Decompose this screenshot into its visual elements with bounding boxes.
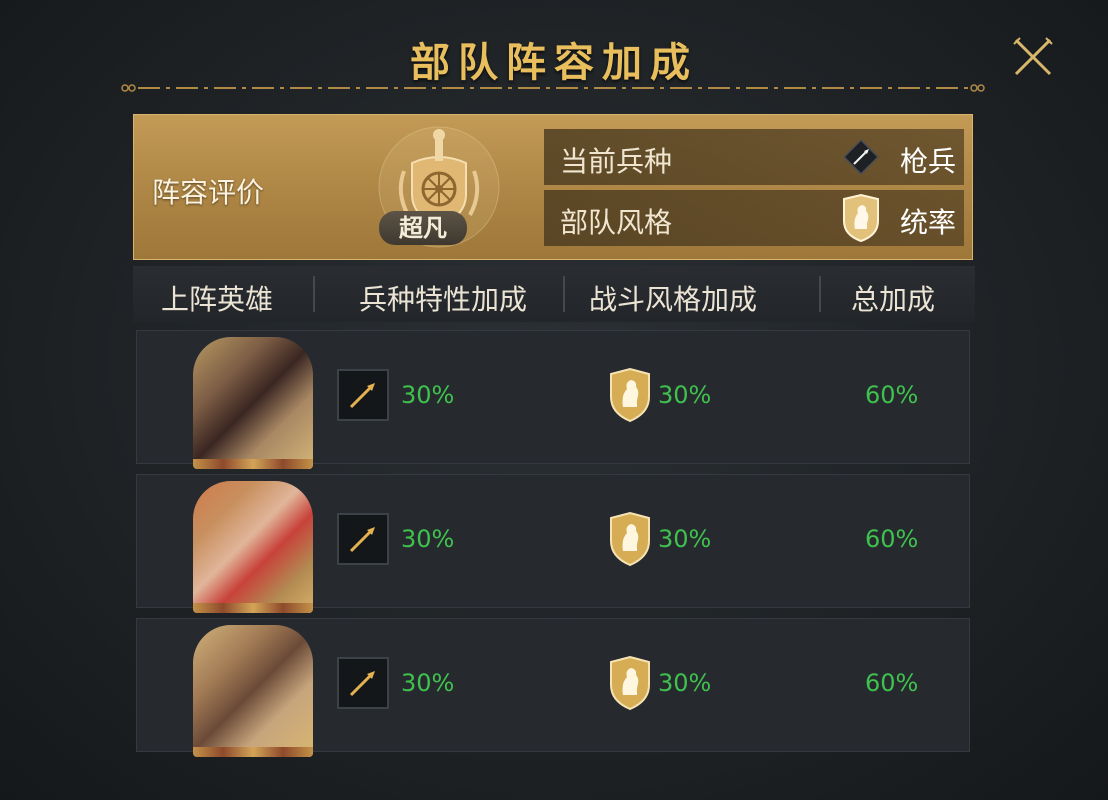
total-bonus-value: 60% [865,525,919,553]
style-bonus-value: 30% [658,669,712,697]
troop-style-label: 部队风格 [560,206,673,239]
hero-portrait[interactable] [193,337,313,469]
current-troop-row: 当前兵种 枪兵 [544,129,964,185]
table-header: 上阵英雄 兵种特性加成 战斗风格加成 总加成 [133,266,975,322]
close-icon [1013,37,1053,76]
portrait-frame [193,459,313,469]
lion-shield-icon [610,655,650,711]
column-header-total-bonus: 总加成 [850,283,935,316]
column-divider [563,276,565,312]
spear-icon [842,138,880,176]
column-divider [819,276,821,312]
column-header-troop-bonus: 兵种特性加成 [358,283,527,316]
portrait-frame [193,747,313,757]
evaluation-label: 阵容评价 [152,176,265,209]
spear-icon [337,369,389,421]
total-bonus-value: 60% [865,669,919,697]
style-bonus-value: 30% [658,525,712,553]
current-troop-value: 枪兵 [899,145,956,178]
current-troop-label: 当前兵种 [560,145,673,178]
portrait-frame [193,603,313,613]
lineup-evaluation-panel: 阵容评价 超凡 当前兵种 枪兵 部队风格 统率 [133,114,973,260]
table-row: 30% 30% 60% [136,330,970,469]
style-bonus-value: 30% [658,381,712,409]
troop-style-value: 统率 [899,206,956,239]
column-header-hero: 上阵英雄 [160,283,273,316]
table-row: 30% 30% 60% [136,618,970,757]
spear-icon [337,513,389,565]
column-header-style-bonus: 战斗风格加成 [588,283,757,316]
rating-badge: 超凡 [379,211,467,245]
title-divider [121,84,985,92]
spear-icon [337,657,389,709]
lion-shield-icon [843,193,879,243]
close-button[interactable] [1010,34,1056,80]
troop-style-row: 部队风格 统率 [544,190,964,246]
troop-bonus-value: 30% [401,669,455,697]
hero-portrait[interactable] [193,625,313,757]
column-divider [313,276,315,312]
lion-shield-icon [610,367,650,423]
troop-bonus-value: 30% [401,525,455,553]
hero-portrait[interactable] [193,481,313,613]
lion-shield-icon [610,511,650,567]
table-row: 30% 30% 60% [136,474,970,613]
total-bonus-value: 60% [865,381,919,409]
troop-bonus-value: 30% [401,381,455,409]
